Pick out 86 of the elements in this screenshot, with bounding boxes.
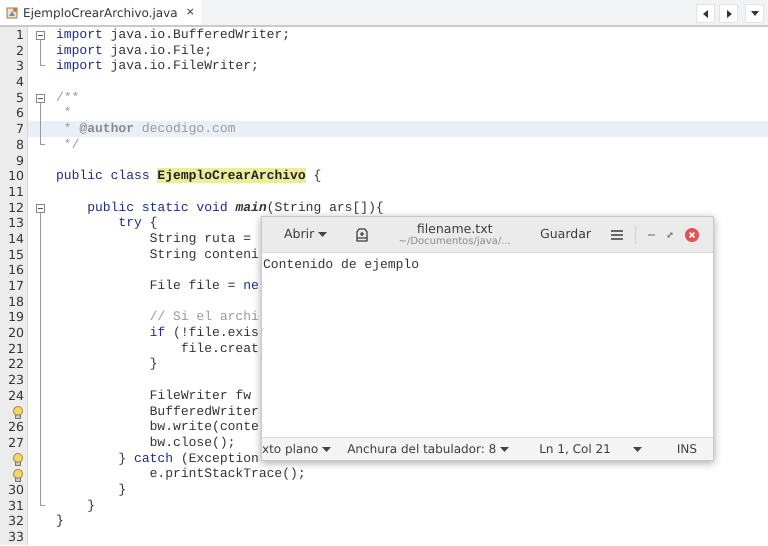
line-number: 30 (8, 482, 24, 497)
line-number: 18 (8, 294, 24, 309)
insert-mode: INS (676, 441, 697, 458)
tab-width-selector[interactable]: Anchura del tabulador: 8 (341, 438, 516, 460)
code-line: try { (117, 215, 158, 231)
line-number: 11 (8, 184, 24, 199)
code-line: */ (62, 136, 80, 152)
code-line: if (!file.exis (148, 325, 259, 341)
code-line: FileWriter fw (148, 388, 252, 404)
code-line: import java.io.BufferedWriter; (56, 27, 290, 43)
line-number: 8 (16, 136, 24, 152)
code-line: e.printStackTrace(); (148, 466, 306, 482)
maximize-icon (667, 232, 673, 238)
caret-icon (318, 232, 328, 237)
code-line: } (56, 513, 64, 529)
dropdown-icon (750, 8, 758, 18)
scroll-right-button[interactable] (719, 4, 738, 23)
line-number: 21 (8, 340, 24, 356)
code-line: import java.io.FileWriter; (56, 58, 259, 74)
fold-toggle-icon[interactable] (36, 31, 45, 40)
document-text: Contenido de ejemplo (263, 257, 420, 272)
code-line: public static void main(String ars[]){ (86, 200, 384, 216)
scroll-left-button[interactable] (696, 4, 715, 23)
line-number: 31 (8, 498, 24, 513)
open-button[interactable]: Abrir (278, 223, 334, 246)
code-line: String ruta = (148, 230, 252, 247)
fold-toggle-icon[interactable] (36, 94, 45, 103)
line-number: 4 (16, 74, 24, 90)
line-number: 15 (8, 246, 24, 262)
line-number: 20 (8, 325, 24, 340)
line-number: 22 (8, 356, 24, 372)
code-line: } (86, 498, 96, 514)
file-icon (6, 6, 19, 19)
line-number: 17 (8, 278, 24, 293)
line-number: 16 (8, 262, 24, 278)
window-subtitle: ~/Documentos/java/... (398, 236, 511, 247)
minimize-icon (648, 234, 655, 236)
line-number: 10 (8, 168, 24, 184)
line-number: 26 (8, 419, 24, 434)
line-number: 9 (16, 152, 24, 168)
code-line: bw.write(conte (148, 419, 259, 435)
line-number: 1 (16, 27, 24, 42)
code-line: bw.close(); (148, 434, 236, 451)
line-number: 3 (16, 58, 24, 74)
code-line: } catch (Exception (117, 450, 259, 466)
new-document-icon (355, 228, 370, 242)
line-number: 33 (8, 529, 24, 544)
caret-icon (322, 446, 332, 452)
line-number: 5 (16, 90, 24, 105)
language-selector[interactable]: xto plano (262, 438, 338, 460)
menu-icon (611, 230, 623, 240)
line-number: 14 (8, 230, 24, 246)
line-number: 13 (8, 215, 24, 230)
window-title: filename.txt (416, 222, 492, 236)
line-number: 32 (8, 513, 24, 528)
code-line: import java.io.File; (56, 42, 212, 58)
line-number: 6 (16, 105, 24, 120)
code-line: File file = ne (148, 278, 259, 294)
line-number: 27 (8, 434, 24, 450)
line-number: 24 (8, 388, 24, 403)
line-number: 2 (16, 42, 24, 58)
cursor-position: Ln 1, Col 21 (539, 441, 611, 458)
fold-toggle-icon[interactable] (36, 204, 45, 213)
code-line: BufferedWriter (148, 404, 259, 420)
line-number: 23 (8, 372, 24, 388)
code-line: public class EjemploCrearArchivo { (56, 168, 322, 184)
line-number: 19 (8, 309, 24, 324)
code-line: } (148, 356, 158, 372)
dropdown-button[interactable] (745, 4, 764, 23)
save-button[interactable]: Guardar (534, 223, 597, 246)
caret-icon (632, 447, 642, 452)
code-line: /** (56, 90, 80, 106)
file-tab[interactable]: EjemploCrearArchivo.java × (0, 0, 201, 25)
close-button[interactable]: × (186, 4, 195, 21)
code-line: // Si el archi (148, 309, 259, 326)
code-line: String conteni (148, 246, 259, 262)
close-icon (685, 228, 699, 242)
scroll-right-icon (724, 8, 732, 18)
line-number: 12 (8, 200, 24, 215)
code-line: } (117, 482, 126, 498)
code-line: * (62, 105, 72, 122)
code-line: * @author decodigo.com (62, 121, 236, 137)
caret-icon (500, 446, 510, 452)
scroll-left-icon (702, 8, 710, 18)
line-number: 7 (16, 121, 24, 136)
code-line: file.creat (180, 340, 259, 356)
